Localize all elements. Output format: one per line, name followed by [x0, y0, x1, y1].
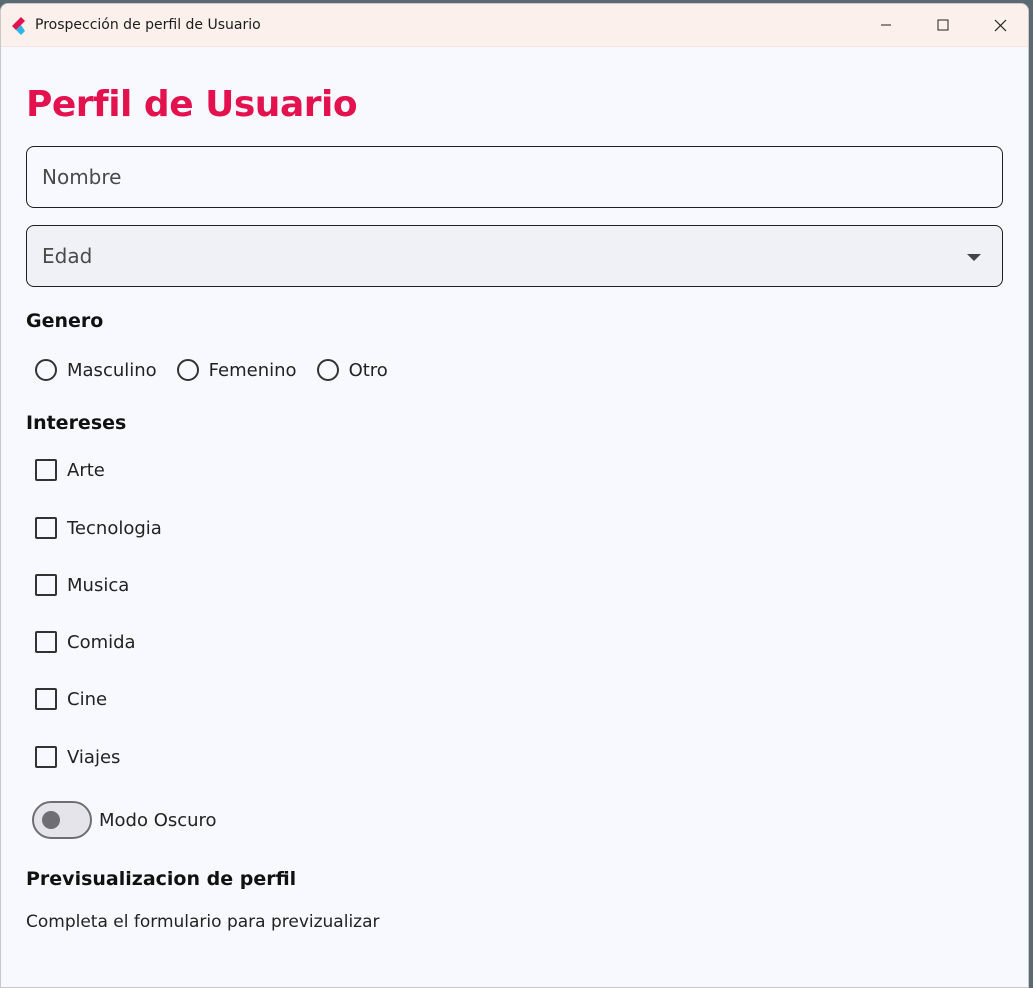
minimize-icon [881, 24, 891, 26]
app-window: Prospección de perfil de Usuario Perfil … [0, 3, 1029, 988]
title-bar: Prospección de perfil de Usuario [1, 4, 1028, 47]
flutter-logo-icon [12, 17, 26, 35]
maximize-icon [937, 19, 949, 31]
radio-label: Otro [348, 359, 388, 381]
modo-oscuro-row: Modo Oscuro [32, 801, 217, 839]
genero-label: Genero [26, 310, 104, 332]
checkbox-tecnologia[interactable]: Tecnologia [35, 517, 162, 539]
nombre-field[interactable]: Nombre [26, 146, 1003, 208]
radio-circle-icon[interactable] [176, 359, 199, 381]
maximize-button[interactable] [914, 4, 972, 46]
edad-placeholder: Edad [42, 244, 93, 268]
checkbox-label: Cine [67, 688, 108, 710]
modo-oscuro-label: Modo Oscuro [99, 809, 217, 831]
checkbox-icon[interactable] [35, 688, 57, 710]
checkbox-viajes[interactable]: Viajes [35, 746, 120, 768]
radio-circle-icon[interactable] [35, 359, 57, 381]
dropdown-arrow-icon [967, 254, 981, 261]
switch-knob [42, 811, 60, 829]
checkbox-comida[interactable]: Comida [35, 631, 136, 653]
minimize-button[interactable] [857, 4, 915, 46]
window-title: Prospección de perfil de Usuario [35, 17, 261, 33]
radio-label: Femenino [208, 359, 297, 381]
modo-oscuro-switch[interactable] [32, 801, 92, 839]
preview-title: Previsualizacion de perfil [26, 868, 297, 890]
checkbox-label: Tecnologia [67, 517, 162, 539]
checkbox-label: Comida [67, 631, 136, 653]
checkbox-icon[interactable] [35, 746, 57, 768]
radio-otro[interactable]: Otro [316, 359, 388, 381]
checkbox-icon[interactable] [35, 517, 57, 539]
checkbox-icon[interactable] [35, 574, 57, 596]
checkbox-cine[interactable]: Cine [35, 688, 107, 710]
checkbox-musica[interactable]: Musica [35, 574, 129, 596]
checkbox-arte[interactable]: Arte [35, 459, 105, 481]
nombre-placeholder: Nombre [42, 165, 122, 189]
checkbox-label: Arte [67, 459, 105, 481]
radio-circle-icon[interactable] [316, 359, 339, 381]
checkbox-label: Musica [67, 574, 130, 596]
checkbox-label: Viajes [67, 746, 121, 768]
close-icon [994, 19, 1006, 31]
checkbox-icon[interactable] [35, 459, 57, 481]
radio-femenino[interactable]: Femenino [176, 359, 297, 381]
preview-text: Completa el formulario para previzualiza… [26, 912, 380, 932]
page-title: Perfil de Usuario [26, 84, 358, 125]
edad-dropdown[interactable]: Edad [26, 225, 1003, 287]
close-button[interactable] [971, 4, 1028, 46]
intereses-label: Intereses [26, 412, 127, 434]
genero-radio-group: Masculino Femenino Otro [35, 359, 408, 381]
radio-masculino[interactable]: Masculino [35, 359, 157, 381]
checkbox-icon[interactable] [35, 631, 57, 653]
radio-label: Masculino [67, 359, 157, 381]
